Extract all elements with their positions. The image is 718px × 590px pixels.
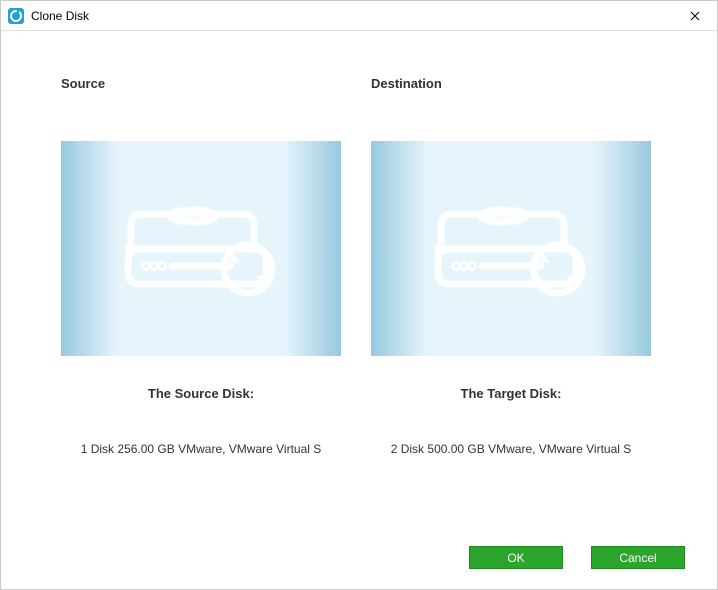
destination-subheading: The Target Disk:: [461, 386, 562, 401]
source-heading: Source: [61, 76, 105, 91]
title-bar: Clone Disk: [1, 1, 717, 31]
dialog-content: Source The: [1, 31, 717, 589]
close-icon: [690, 8, 700, 24]
source-subheading: The Source Disk:: [148, 386, 254, 401]
destination-disk-description: 2 Disk 500.00 GB VMware, VMware Virtual …: [381, 441, 641, 458]
app-icon: [7, 7, 25, 25]
source-panel: Source The: [61, 76, 341, 458]
destination-panel: Destination: [371, 76, 651, 458]
source-disk-thumbnail[interactable]: [61, 141, 341, 356]
destination-disk-thumbnail[interactable]: [371, 141, 651, 356]
ok-button[interactable]: OK: [469, 546, 563, 569]
disk-sync-icon: [426, 194, 596, 304]
destination-heading: Destination: [371, 76, 442, 91]
cancel-button[interactable]: Cancel: [591, 546, 685, 569]
window-title: Clone Disk: [31, 9, 672, 23]
disk-sync-icon: [116, 194, 286, 304]
dialog-buttons: OK Cancel: [469, 546, 685, 569]
close-button[interactable]: [672, 1, 717, 30]
source-disk-description: 1 Disk 256.00 GB VMware, VMware Virtual …: [71, 441, 331, 458]
